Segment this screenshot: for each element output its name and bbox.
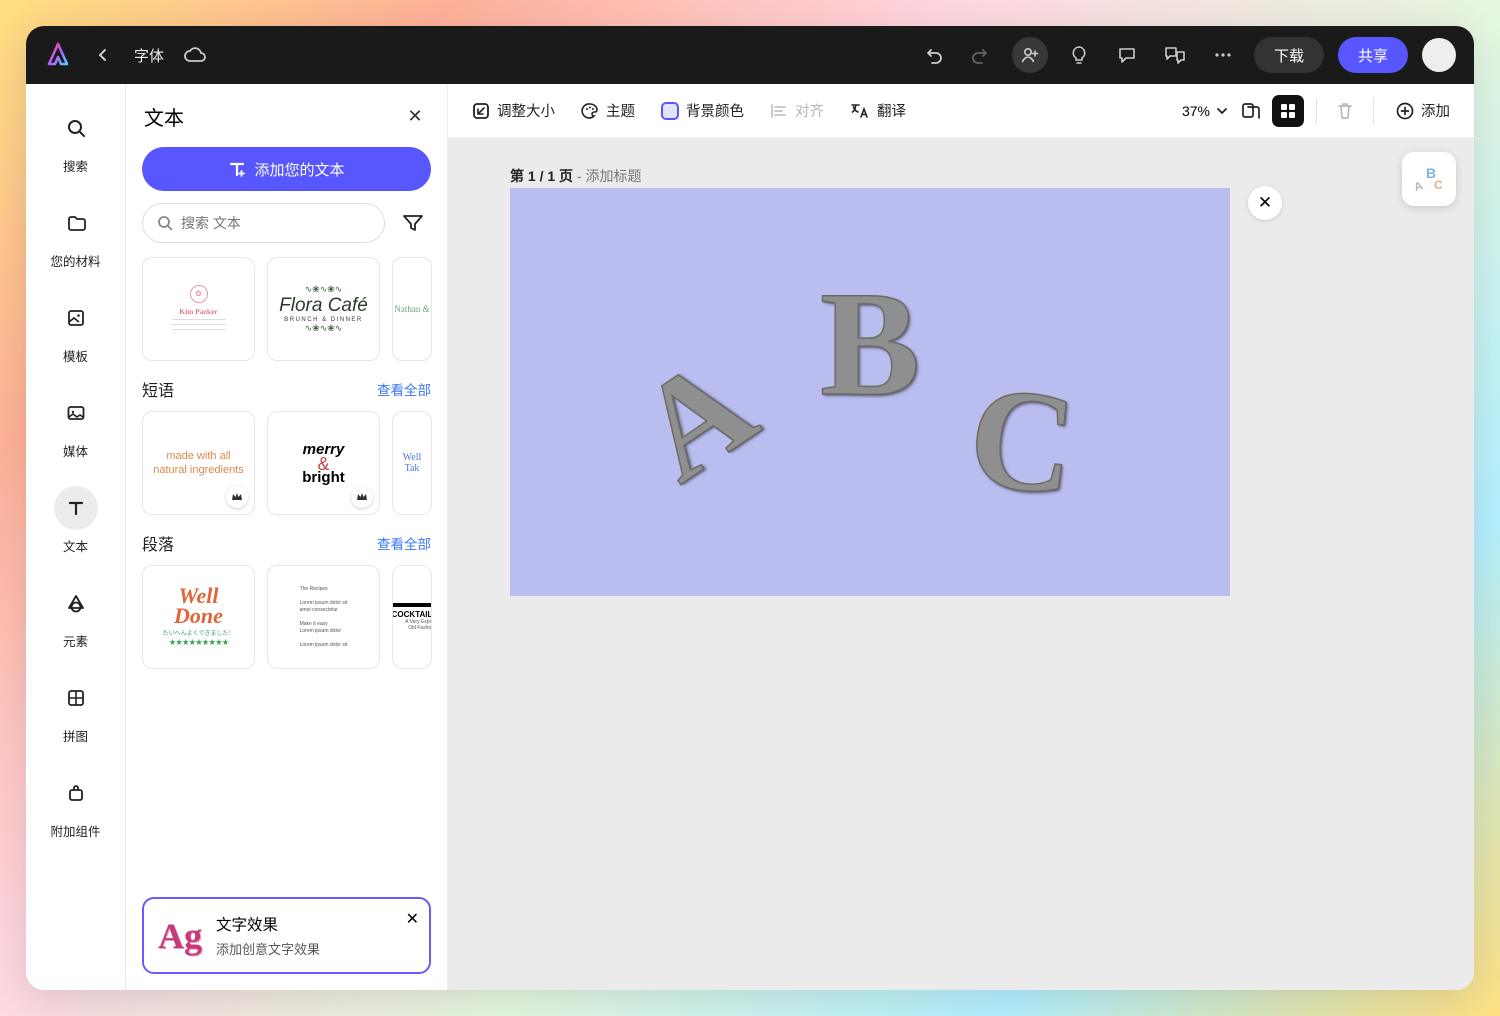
canvas-letter-a[interactable]: A xyxy=(609,323,783,513)
text-effects-title: 文字效果 xyxy=(216,913,320,935)
translate-button[interactable]: 翻译 xyxy=(840,94,916,127)
paragraph-card-recipe[interactable]: The RecipesLorem ipsum dolor sitamet con… xyxy=(267,565,380,669)
page-indicator[interactable]: 第 1 / 1 页 - 添加标题 xyxy=(510,166,641,186)
pages-view-button[interactable] xyxy=(1234,95,1266,127)
share-button[interactable]: 共享 xyxy=(1338,37,1408,73)
view-mode-button[interactable] xyxy=(1272,95,1304,127)
resize-icon xyxy=(472,102,490,120)
app-logo[interactable] xyxy=(44,41,72,69)
align-icon xyxy=(770,103,788,119)
palette-icon xyxy=(581,102,599,120)
close-fx-banner[interactable]: ✕ xyxy=(406,909,419,929)
present-button[interactable] xyxy=(1158,38,1192,72)
download-button[interactable]: 下载 xyxy=(1254,37,1324,73)
rail-label: 拼图 xyxy=(63,726,88,745)
rail-label: 元素 xyxy=(63,631,88,650)
close-artboard-button[interactable]: ✕ xyxy=(1248,186,1282,220)
phrase-card-merry-bright[interactable]: merry&bright xyxy=(267,411,380,515)
section-title-paragraphs: 段落 xyxy=(142,531,174,555)
plus-circle-icon xyxy=(1396,102,1414,120)
template-card-kim-parker[interactable]: ✿ Kim Parker xyxy=(142,257,255,361)
theme-button[interactable]: 主题 xyxy=(571,94,645,127)
rail-item-addon[interactable]: 附加组件 xyxy=(34,759,118,854)
breadcrumb-font[interactable]: 字体 xyxy=(134,45,164,66)
chevron-down-icon xyxy=(1216,107,1228,115)
text-effects-banner[interactable]: Ag 文字效果 添加创意文字效果 ✕ xyxy=(142,897,431,974)
rail-item-shape[interactable]: 元素 xyxy=(34,569,118,664)
phrase-card-made-with[interactable]: made with allnatural ingredients xyxy=(142,411,255,515)
canvas-letter-c[interactable]: C xyxy=(962,353,1083,529)
rail-label: 模板 xyxy=(63,346,88,365)
add-text-icon xyxy=(228,160,246,178)
premium-badge-icon xyxy=(226,486,248,508)
rail-label: 媒体 xyxy=(63,441,88,460)
translate-icon xyxy=(850,102,870,120)
nav-rail: 搜索您的材料模板媒体文本元素拼图附加组件 xyxy=(26,84,126,990)
folder-icon xyxy=(54,201,98,245)
bgcolor-swatch-icon xyxy=(661,102,679,120)
app-window: 字体 下载 共享 搜索您的材料模板媒体文本元素拼图附加组件 文本 ✕ xyxy=(26,26,1474,990)
canvas-area: 调整大小 主题 背景颜色 对齐 翻译 xyxy=(448,84,1474,990)
search-icon xyxy=(54,106,98,150)
hint-button[interactable] xyxy=(1062,38,1096,72)
delete-page-button[interactable] xyxy=(1329,95,1361,127)
canvas-letter-b[interactable]: B xyxy=(820,258,920,430)
panel-title: 文本 xyxy=(144,102,184,131)
filter-button[interactable] xyxy=(395,205,431,241)
user-avatar[interactable] xyxy=(1422,38,1456,72)
canvas-toolbar: 调整大小 主题 背景颜色 对齐 翻译 xyxy=(448,84,1474,138)
canvas-stage[interactable]: 第 1 / 1 页 - 添加标题 A B C ✕ BAC xyxy=(448,138,1474,990)
rail-label: 搜索 xyxy=(63,156,88,175)
phrase-card-well-take[interactable]: Well Tak xyxy=(392,411,432,515)
comment-button[interactable] xyxy=(1110,38,1144,72)
template-card-nathan[interactable]: Nathan & xyxy=(392,257,432,361)
premium-badge-icon xyxy=(351,486,373,508)
text-icon xyxy=(54,486,98,530)
media-icon xyxy=(54,391,98,435)
grid-icon xyxy=(54,676,98,720)
close-panel-button[interactable]: ✕ xyxy=(401,103,429,131)
template-card-flora-cafe[interactable]: ∿❀∿❀∿ Flora Café BRUNCH & DINNER ∿❀∿❀∿ xyxy=(267,257,380,361)
top-bar: 字体 下载 共享 xyxy=(26,26,1474,84)
view-all-paragraphs[interactable]: 查看全部 xyxy=(377,533,431,553)
rail-item-text[interactable]: 文本 xyxy=(34,474,118,569)
undo-button[interactable] xyxy=(916,38,950,72)
search-icon xyxy=(157,215,173,231)
shape-icon xyxy=(54,581,98,625)
rail-item-grid[interactable]: 拼图 xyxy=(34,664,118,759)
text-panel: 文本 ✕ 添加您的文本 xyxy=(126,84,448,990)
svg-text:C: C xyxy=(1434,178,1443,192)
zoom-dropdown[interactable]: 37% xyxy=(1182,103,1228,119)
cloud-status-icon[interactable] xyxy=(178,38,212,72)
rail-label: 附加组件 xyxy=(50,821,100,840)
template-icon xyxy=(54,296,98,340)
text-effects-sample: Ag xyxy=(158,915,202,957)
text-effects-sub: 添加创意文字效果 xyxy=(216,939,320,958)
addon-icon xyxy=(54,771,98,815)
rail-item-template[interactable]: 模板 xyxy=(34,284,118,379)
paragraph-card-cocktail[interactable]: COCKTAIL A Very Expe Old Fashio xyxy=(392,565,432,669)
more-button[interactable] xyxy=(1206,38,1240,72)
rail-label: 您的材料 xyxy=(50,251,100,270)
invite-button[interactable] xyxy=(1012,37,1048,73)
section-title-phrases: 短语 xyxy=(142,377,174,401)
search-text-input[interactable] xyxy=(142,203,385,243)
resize-button[interactable]: 调整大小 xyxy=(462,94,565,127)
rail-item-folder[interactable]: 您的材料 xyxy=(34,189,118,284)
add-text-button[interactable]: 添加您的文本 xyxy=(142,147,431,191)
rail-item-search[interactable]: 搜索 xyxy=(34,94,118,189)
paragraph-card-well-done[interactable]: Well Done たいへんよくできました！ ★★★★★★★★★ xyxy=(142,565,255,669)
align-button: 对齐 xyxy=(760,94,834,127)
background-color-button[interactable]: 背景颜色 xyxy=(651,94,754,127)
add-page-button[interactable]: 添加 xyxy=(1386,94,1460,127)
view-all-phrases[interactable]: 查看全部 xyxy=(377,379,431,399)
rail-label: 文本 xyxy=(63,536,88,555)
floating-abc-button[interactable]: BAC xyxy=(1402,152,1456,206)
svg-text:A: A xyxy=(1412,178,1425,194)
back-button[interactable] xyxy=(86,38,120,72)
artboard[interactable]: A B C xyxy=(510,188,1230,596)
rail-item-media[interactable]: 媒体 xyxy=(34,379,118,474)
redo-button[interactable] xyxy=(964,38,998,72)
